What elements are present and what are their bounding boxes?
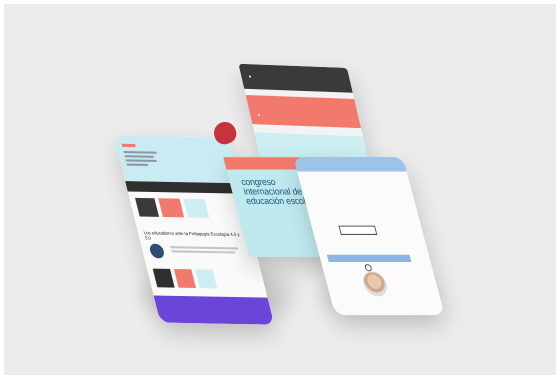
body-text-line — [170, 246, 239, 250]
thumbnail-dark — [135, 197, 160, 217]
section-tag — [338, 225, 378, 235]
palette-coral-band — [245, 94, 362, 129]
thumbnail-coral — [158, 198, 185, 218]
mockup-stage: Los educadores ante la Pedagogía Escolap… — [4, 4, 556, 375]
nav-bar — [125, 181, 242, 194]
thumbnail-light — [183, 198, 210, 218]
left-phone-heading: Los educadores ante la Pedagogía Escolap… — [143, 230, 241, 241]
right-phone-header — [293, 156, 407, 172]
map-pin-icon — [363, 264, 373, 272]
hero-text-line — [123, 151, 157, 154]
palette-dot — [257, 113, 261, 117]
hero-text-line — [124, 155, 154, 158]
palette-dark-band — [238, 63, 353, 93]
right-phone-screen — [293, 156, 445, 316]
tile-light — [195, 269, 218, 289]
logo-badge — [148, 243, 166, 259]
hero-accent — [121, 143, 136, 148]
footer-purple-band — [153, 295, 275, 325]
hero-text-line — [125, 159, 157, 163]
speaker-bar — [326, 254, 412, 263]
body-text-line — [171, 250, 236, 254]
speaker-avatar-icon — [360, 271, 390, 297]
palette-dot — [248, 75, 252, 78]
hero-text-line — [126, 163, 149, 166]
tile-dark — [152, 268, 175, 288]
tile-coral — [173, 268, 196, 289]
